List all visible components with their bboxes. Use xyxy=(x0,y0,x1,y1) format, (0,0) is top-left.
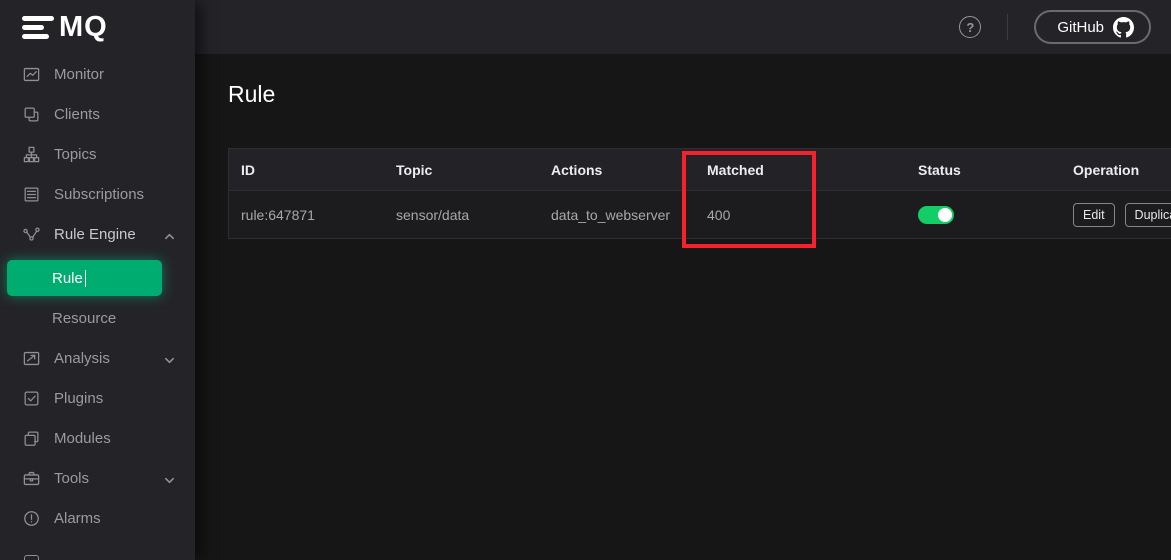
sidebar-menu: Monitor Clients Topics Subscriptions Rul… xyxy=(0,54,195,538)
sidebar-item-subscriptions[interactable]: Subscriptions xyxy=(0,174,195,214)
sidebar-item-label: Alarms xyxy=(54,510,101,527)
plugins-icon xyxy=(22,389,41,408)
topbar: ? GitHub xyxy=(195,0,1171,54)
status-toggle[interactable] xyxy=(918,206,954,224)
sidebar-subitem-resource[interactable]: Resource xyxy=(0,298,195,338)
edit-button[interactable]: Edit xyxy=(1073,203,1115,227)
tools-icon xyxy=(22,469,41,488)
text-caret xyxy=(85,270,87,287)
logo-text: MQ xyxy=(59,13,108,42)
sidebar-item-alarms[interactable]: Alarms xyxy=(0,498,195,538)
monitor-icon xyxy=(22,65,41,84)
settings-icon-partial xyxy=(24,555,39,560)
sidebar-item-label: Analysis xyxy=(54,350,110,367)
chevron-down-icon[interactable] xyxy=(164,353,175,364)
emq-bars-icon xyxy=(22,16,54,39)
sidebar-item-modules[interactable]: Modules xyxy=(0,418,195,458)
main-content: Rule ID Topic Actions Matched Status Ope… xyxy=(195,54,1171,560)
github-button-label: GitHub xyxy=(1057,19,1104,36)
sidebar-subitem-rule-active[interactable]: Rule xyxy=(7,260,162,296)
analysis-icon xyxy=(22,349,41,368)
page-title: Rule xyxy=(228,81,1171,108)
sidebar-subitem-label: Resource xyxy=(52,310,116,327)
toggle-knob xyxy=(938,208,952,222)
github-button[interactable]: GitHub xyxy=(1034,10,1151,44)
sidebar-item-label: Subscriptions xyxy=(54,186,144,203)
column-header-id: ID xyxy=(229,162,384,178)
column-header-status: Status xyxy=(906,162,1061,178)
sidebar-item-label: Rule Engine xyxy=(54,226,136,243)
sidebar-item-label: Tools xyxy=(54,470,89,487)
sidebar-item-label: Modules xyxy=(54,430,111,447)
chevron-down-icon[interactable] xyxy=(164,473,175,484)
column-header-matched: Matched xyxy=(695,162,906,178)
alarms-icon xyxy=(22,509,41,528)
topbar-divider xyxy=(1007,14,1008,40)
sidebar-item-tools[interactable]: Tools xyxy=(0,458,195,498)
sidebar-item-analysis[interactable]: Analysis xyxy=(0,338,195,378)
column-header-topic: Topic xyxy=(384,162,539,178)
column-header-operation: Operation xyxy=(1061,162,1171,178)
sidebar-item-label: Plugins xyxy=(54,390,103,407)
rule-topic-cell: sensor/data xyxy=(384,207,539,223)
sidebar: MQ Monitor Clients Topics Subscriptions xyxy=(0,0,195,560)
table-row: rule:647871 sensor/data data_to_webserve… xyxy=(229,191,1171,239)
emq-logo[interactable]: MQ xyxy=(0,0,195,54)
sidebar-item-label: Topics xyxy=(54,146,97,163)
table-header-row: ID Topic Actions Matched Status Operatio… xyxy=(229,149,1171,191)
topics-icon xyxy=(22,145,41,164)
sidebar-item-clients[interactable]: Clients xyxy=(0,94,195,134)
sidebar-item-topics[interactable]: Topics xyxy=(0,134,195,174)
subscriptions-icon xyxy=(22,185,41,204)
help-glyph: ? xyxy=(966,20,974,35)
sidebar-item-rule-engine[interactable]: Rule Engine xyxy=(0,214,195,254)
github-octocat-icon xyxy=(1113,17,1134,38)
sidebar-item-monitor[interactable]: Monitor xyxy=(0,54,195,94)
sidebar-item-label: Monitor xyxy=(54,66,104,83)
sidebar-item-label: Clients xyxy=(54,106,100,123)
sidebar-item-plugins[interactable]: Plugins xyxy=(0,378,195,418)
help-icon[interactable]: ? xyxy=(959,16,981,38)
chevron-up-icon[interactable] xyxy=(164,229,175,240)
rule-table: ID Topic Actions Matched Status Operatio… xyxy=(228,148,1171,239)
duplicate-button[interactable]: Duplicate xyxy=(1125,203,1171,227)
rule-matched-cell: 400 xyxy=(695,207,906,223)
operation-cell: Edit Duplicate xyxy=(1061,203,1171,227)
column-header-actions: Actions xyxy=(539,162,695,178)
rule-id-link[interactable]: rule:647871 xyxy=(229,207,384,223)
sidebar-subitem-label: Rule xyxy=(52,270,83,287)
rule-engine-icon xyxy=(22,225,41,244)
clients-icon xyxy=(22,105,41,124)
modules-icon xyxy=(22,429,41,448)
rule-actions-cell: data_to_webserver xyxy=(539,207,695,223)
